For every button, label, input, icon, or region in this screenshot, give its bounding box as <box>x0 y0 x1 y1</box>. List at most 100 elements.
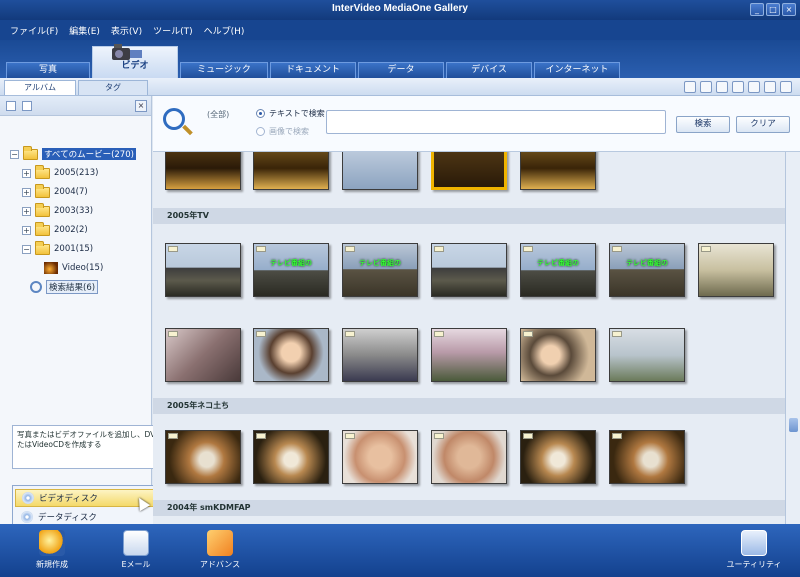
video-thumbnail[interactable] <box>165 328 241 382</box>
options-icon[interactable] <box>780 81 792 93</box>
video-thumbnail[interactable] <box>165 152 241 190</box>
bottom-action-bar: 新規作成 Eメール アドバンス ユーティリティ <box>0 524 800 577</box>
video-thumbnail[interactable] <box>342 430 418 484</box>
refresh-icon[interactable] <box>22 101 32 111</box>
folder-icon <box>35 164 50 179</box>
video-thumbnail[interactable] <box>520 328 596 382</box>
expand-icon[interactable]: + <box>22 206 31 216</box>
vertical-scrollbar[interactable] <box>785 152 800 524</box>
radio-similar-search[interactable] <box>256 127 265 136</box>
subtab-tag[interactable]: タグ <box>78 80 148 95</box>
expand-icon[interactable]: + <box>22 168 31 178</box>
thumbnail-view-icon[interactable] <box>700 81 712 93</box>
main-tab-bar: 写真 ビデオ ミュージック ドキュメント データ デバイス インターネット <box>0 40 800 78</box>
collapse-icon[interactable]: − <box>10 149 19 159</box>
utility-label: ユーティリティ <box>726 560 782 569</box>
close-panel-button[interactable]: × <box>135 100 147 112</box>
new-create-label: 新規作成 <box>36 560 68 569</box>
tree-folder-2005[interactable]: + 2005(213) <box>22 164 99 181</box>
tree-folder-2002[interactable]: + 2002(2) <box>22 221 88 238</box>
video-thumbnail[interactable] <box>698 243 774 297</box>
folder-icon <box>35 221 50 236</box>
video-thumbnail[interactable] <box>520 430 596 484</box>
email-button[interactable]: Eメール <box>106 530 166 570</box>
filter-icon[interactable] <box>764 81 776 93</box>
video-thumbnail[interactable]: テレビ番組の <box>342 243 418 297</box>
video-badge-icon <box>612 246 622 252</box>
video-thumbnail[interactable] <box>520 152 596 190</box>
close-button[interactable]: × <box>782 3 796 16</box>
expand-icon[interactable]: + <box>22 187 31 197</box>
tree-root-label: すべてのムービー(270) <box>42 148 136 160</box>
tree-root[interactable]: − すべてのムービー(270) <box>10 145 136 162</box>
app-window: InterVideo MediaOne Gallery _ □ × ファイル(F… <box>0 0 800 577</box>
tab-data[interactable]: データ <box>358 62 444 78</box>
video-thumbnail[interactable] <box>431 243 507 297</box>
menu-item-label: データディスク <box>38 513 97 523</box>
tree-search-results[interactable]: 検索結果(6) <box>30 279 99 295</box>
tab-photo[interactable]: 写真 <box>6 62 90 78</box>
radio-text-search-label: テキストで検索 <box>269 109 325 118</box>
menu-edit[interactable]: 編集(E) <box>65 20 107 40</box>
tree-folder-2003[interactable]: + 2003(33) <box>22 202 94 219</box>
new-create-button[interactable]: 新規作成 <box>22 530 82 570</box>
search-results-label: 検索結果(6) <box>46 280 99 294</box>
video-badge-icon <box>256 331 266 337</box>
maximize-button[interactable]: □ <box>766 3 780 16</box>
expand-icon[interactable]: + <box>22 225 31 235</box>
search-input[interactable] <box>326 110 666 134</box>
radio-text-search[interactable] <box>256 109 265 118</box>
video-thumbnail[interactable] <box>431 430 507 484</box>
video-thumbnail[interactable] <box>431 328 507 382</box>
clear-button[interactable]: クリア <box>736 116 790 133</box>
video-thumbnail[interactable]: テレビ番組の <box>253 243 329 297</box>
video-thumbnail[interactable] <box>253 430 329 484</box>
video-thumbnail[interactable] <box>609 430 685 484</box>
section-header: 2005年TV <box>153 208 785 224</box>
folder-icon <box>35 240 50 255</box>
collapse-icon[interactable]: − <box>22 244 31 254</box>
video-thumbnail[interactable] <box>165 243 241 297</box>
video-thumbnail[interactable] <box>342 328 418 382</box>
scrollbar-thumb[interactable] <box>789 418 798 432</box>
video-thumbnail[interactable] <box>609 328 685 382</box>
video-badge-icon <box>168 246 178 252</box>
folder-label: 2003(33) <box>54 206 94 216</box>
menu-view[interactable]: 表示(V) <box>107 20 149 40</box>
video-thumbnail-selected[interactable] <box>431 152 507 190</box>
video-thumbnail[interactable] <box>165 430 241 484</box>
wand-icon <box>39 530 65 556</box>
tab-music[interactable]: ミュージック <box>180 62 268 78</box>
tab-internet[interactable]: インターネット <box>534 62 620 78</box>
tree-video-item[interactable]: Video(15) <box>44 260 103 276</box>
detail-view-icon[interactable] <box>732 81 744 93</box>
utility-button[interactable]: ユーティリティ <box>724 530 784 570</box>
video-thumbnail[interactable] <box>342 152 418 190</box>
section-header: 2005年ネコ土ち <box>153 398 785 414</box>
menu-help[interactable]: ヘルプ(H) <box>200 20 252 40</box>
video-thumbnail[interactable] <box>253 152 329 190</box>
video-badge-icon <box>434 433 444 439</box>
tree-folder-2001[interactable]: − 2001(15) <box>22 240 93 257</box>
video-badge-icon <box>345 433 355 439</box>
minimize-button[interactable]: _ <box>750 3 764 16</box>
search-button[interactable]: 検索 <box>676 116 730 133</box>
video-badge-icon <box>345 331 355 337</box>
new-album-icon[interactable] <box>6 101 16 111</box>
tree-folder-2004[interactable]: + 2004(7) <box>22 183 88 200</box>
list-view-icon[interactable] <box>716 81 728 93</box>
sort-icon[interactable] <box>748 81 760 93</box>
subtab-album[interactable]: アルバム <box>4 80 76 95</box>
tab-device[interactable]: デバイス <box>446 62 532 78</box>
tab-document[interactable]: ドキュメント <box>270 62 356 78</box>
video-badge-icon <box>168 331 178 337</box>
video-thumbnail[interactable]: テレビ番組の <box>520 243 596 297</box>
folder-icon <box>23 145 38 160</box>
video-thumbnail[interactable] <box>253 328 329 382</box>
advanced-button[interactable]: アドバンス <box>190 530 250 570</box>
menu-file[interactable]: ファイル(F) <box>6 20 65 40</box>
menu-tools[interactable]: ツール(T) <box>149 20 200 40</box>
tree-toolbar: × <box>0 96 151 116</box>
video-thumbnail[interactable]: テレビ番組の <box>609 243 685 297</box>
zoom-icon[interactable] <box>684 81 696 93</box>
